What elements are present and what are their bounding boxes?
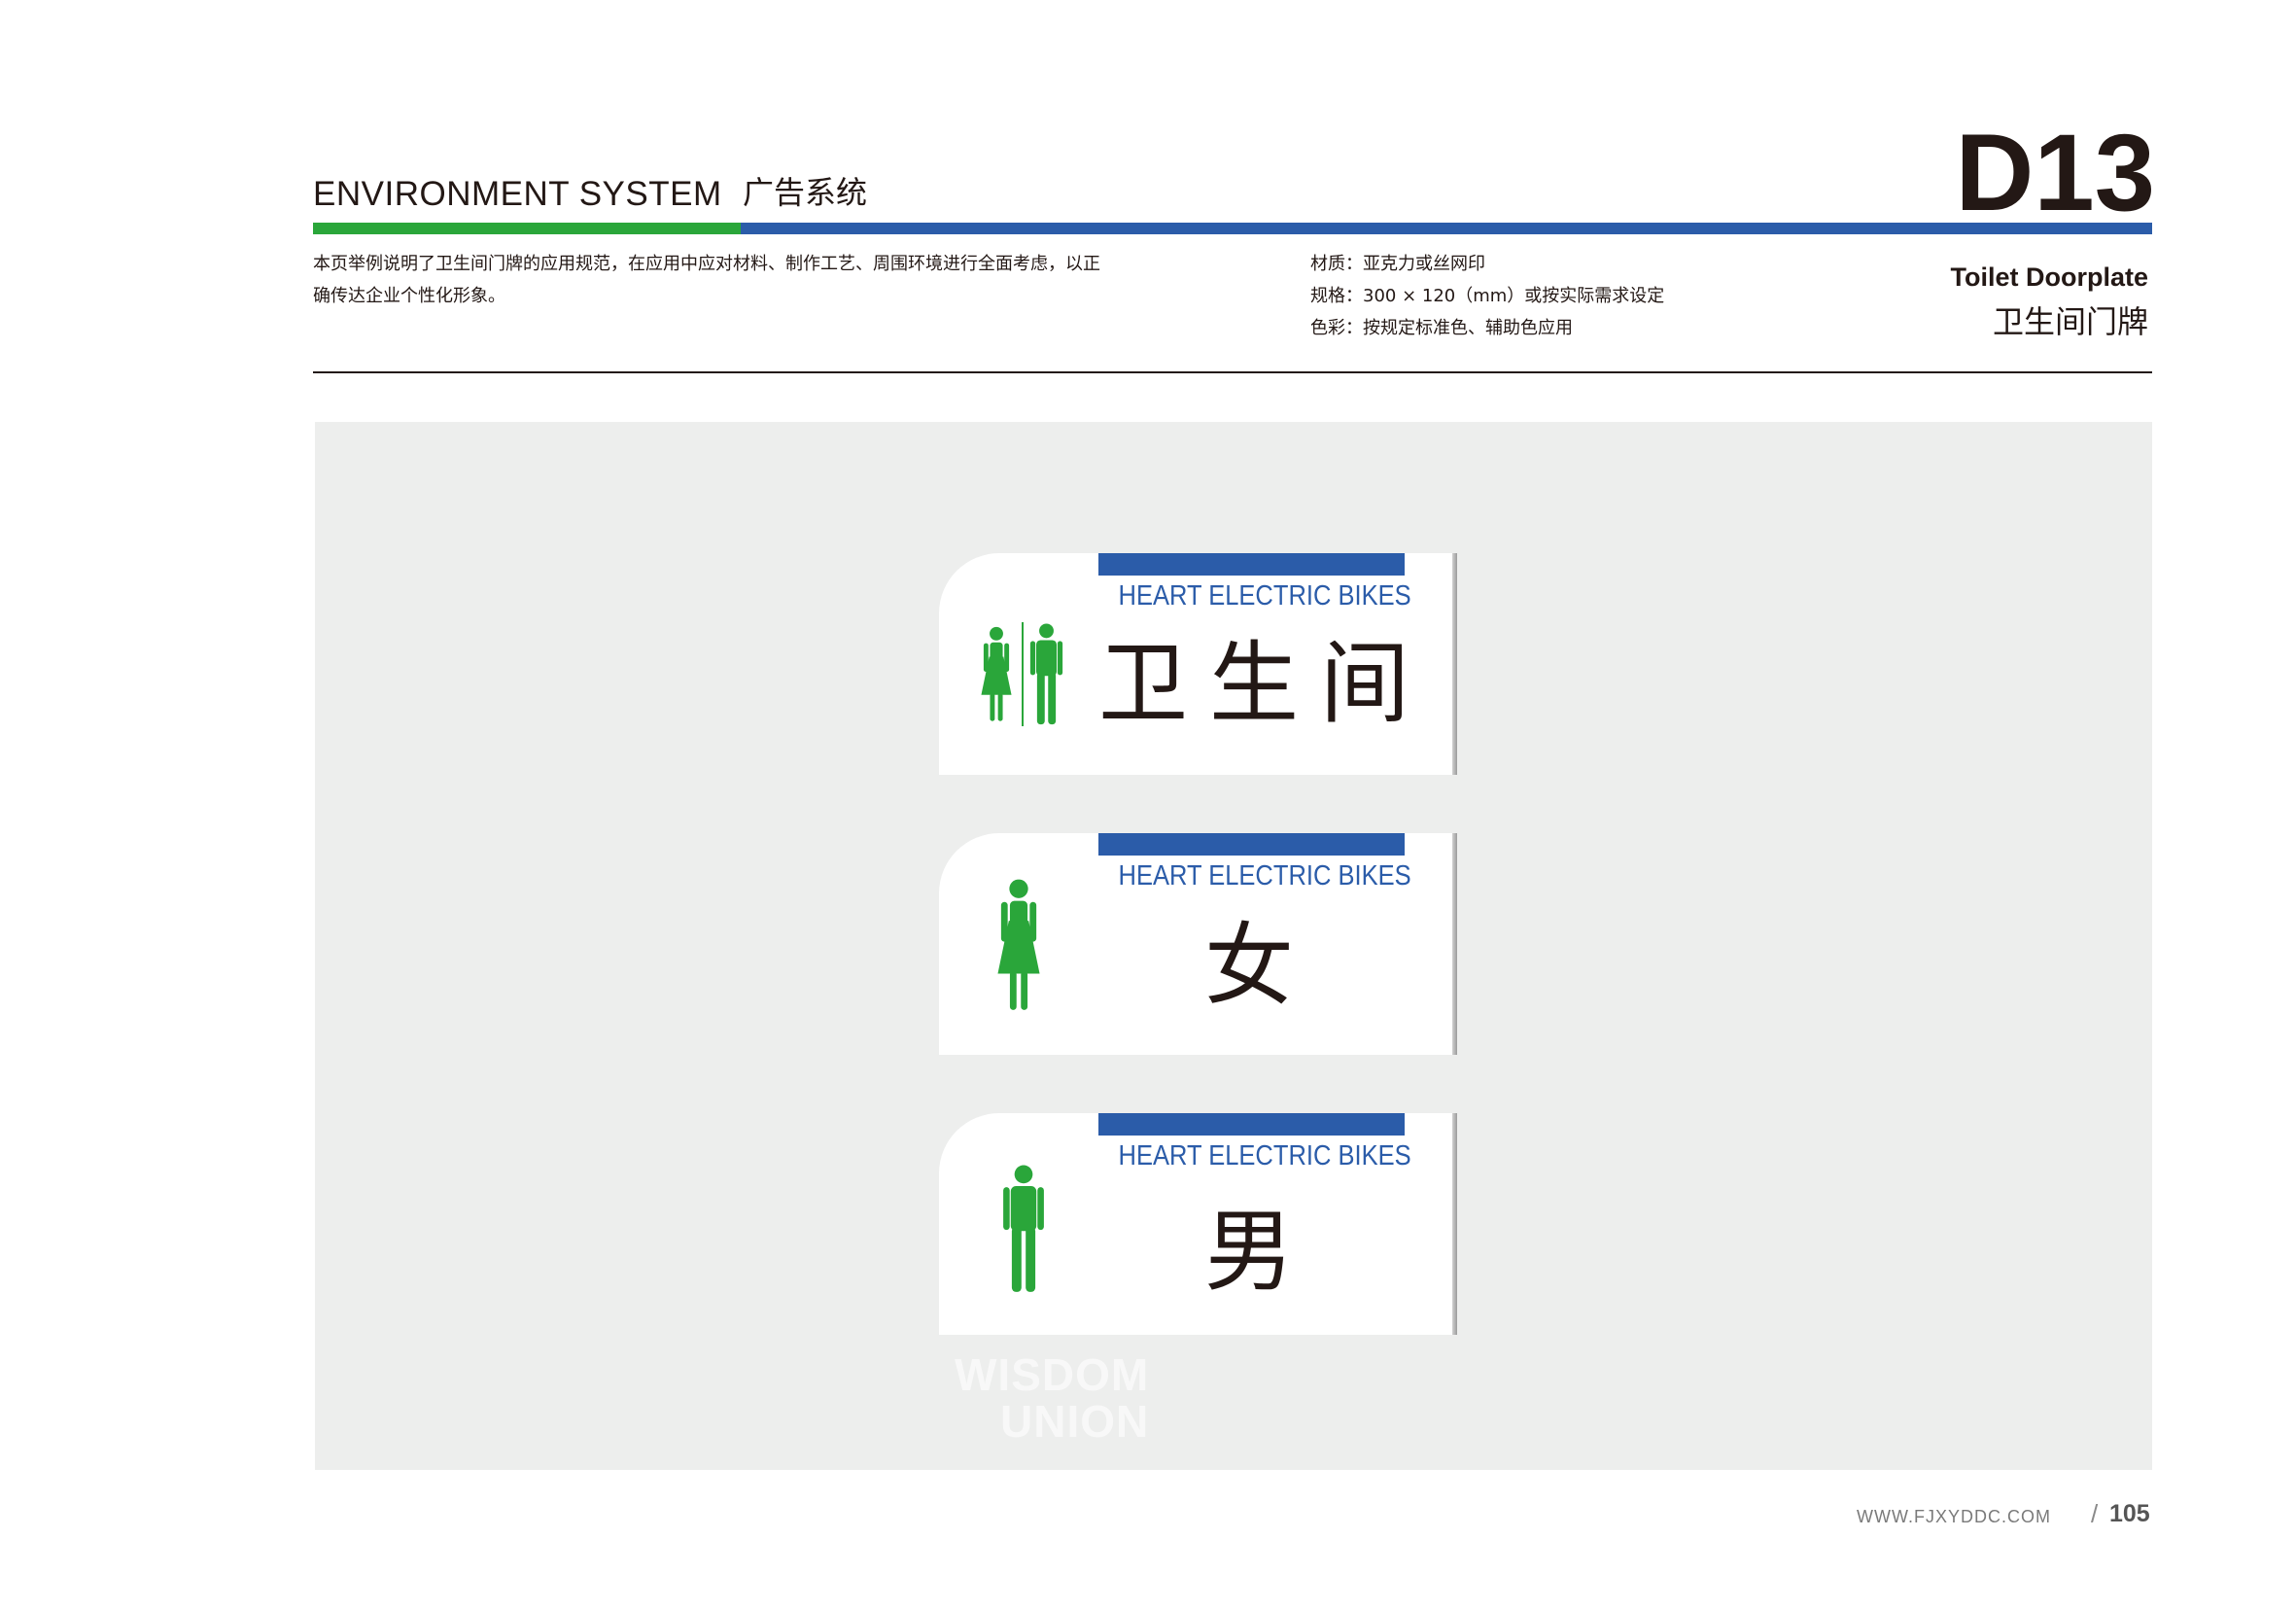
head — [1014, 1165, 1033, 1184]
blue-color-bar — [741, 223, 2152, 234]
sign-edge — [1452, 833, 1457, 1055]
brand-name-text: HEART ELECTRIC BIKES — [1118, 860, 1411, 891]
brand-name-text: HEART ELECTRIC BIKES — [1118, 1140, 1411, 1171]
page-subtitle-cn: 卫生间门牌 — [1992, 303, 2148, 340]
doorplate-female: HEART ELECTRIC BIKES 女 — [939, 833, 1457, 1055]
page-number: 105 — [2109, 1500, 2150, 1527]
brand-name: HEART ELECTRIC BIKES — [1098, 579, 1411, 612]
doorplate-restroom: HEART ELECTRIC BIKES 卫生间 — [939, 553, 1457, 775]
section-title-cn: 广告系统 — [743, 174, 868, 211]
leg — [1026, 1226, 1036, 1292]
sign-edge — [1452, 553, 1457, 775]
spec-color: 色彩：按规定标准色、辅助色应用 — [1310, 318, 1573, 338]
room-label: 女 — [1203, 914, 1294, 1018]
green-color-bar — [313, 223, 741, 234]
sign-edge — [1452, 1113, 1457, 1335]
spec-material: 材质：亚克力或丝网印 — [1310, 254, 1485, 274]
brand-name-text: HEART ELECTRIC BIKES — [1118, 580, 1411, 612]
page-number-separator: / — [2091, 1499, 2099, 1528]
torso — [1010, 1186, 1037, 1232]
leg — [1021, 971, 1028, 1010]
brand-bar — [1098, 833, 1405, 856]
brand-bar — [1098, 1113, 1405, 1136]
section-title-en: ENVIRONMENT SYSTEM — [313, 175, 722, 213]
leg — [997, 693, 1003, 721]
female-icon — [981, 626, 1012, 721]
leg — [990, 693, 995, 721]
footer-website: WWW.FJXYDDC.COM — [1857, 1507, 2051, 1526]
leg — [1009, 971, 1017, 1010]
head — [1039, 623, 1054, 639]
description-line: 确传达企业个性化形象。 — [313, 286, 505, 306]
arm — [1029, 641, 1036, 676]
torso — [1036, 640, 1057, 677]
brand-name: HEART ELECTRIC BIKES — [1098, 859, 1411, 892]
doorplate-male: HEART ELECTRIC BIKES 男 — [939, 1113, 1457, 1335]
watermark-line-2: UNION — [1000, 1396, 1150, 1447]
leg — [1011, 1226, 1022, 1292]
head — [1009, 879, 1028, 898]
arm — [1000, 901, 1008, 942]
female-icon — [997, 879, 1040, 1010]
arm — [1003, 1187, 1010, 1231]
arm — [1057, 641, 1063, 676]
brand-name: HEART ELECTRIC BIKES — [1098, 1139, 1411, 1172]
leg — [1036, 672, 1045, 725]
arm — [983, 643, 989, 673]
description-line: 本页举例说明了卫生间门牌的应用规范，在应用中应对材料、制作工艺、周围环境进行全面… — [313, 254, 1100, 274]
header-divider — [313, 371, 2152, 373]
page-code: D13 — [1955, 112, 2155, 233]
room-label: 卫生间 — [1098, 632, 1432, 736]
male-icon — [1003, 1165, 1044, 1292]
arm — [1037, 1187, 1044, 1231]
watermark-line-1: WISDOM — [955, 1349, 1150, 1400]
icon-divider — [1022, 622, 1024, 726]
male-icon — [1029, 623, 1063, 725]
description: 本页举例说明了卫生间门牌的应用规范，在应用中应对材料、制作工艺、周围环境进行全面… — [313, 248, 1188, 312]
arm — [1004, 643, 1010, 673]
page-subtitle-en: Toilet Doorplate — [1950, 262, 2148, 292]
room-label: 男 — [1203, 1200, 1294, 1304]
head — [990, 626, 1003, 641]
brand-bar — [1098, 553, 1405, 576]
leg — [1048, 672, 1057, 725]
specifications: 材质：亚克力或丝网印 规格：300 × 120（mm）或按实际需求设定 色彩：按… — [1310, 248, 1855, 344]
spec-size: 规格：300 × 120（mm）或按实际需求设定 — [1310, 286, 1665, 306]
arm — [1029, 901, 1037, 942]
